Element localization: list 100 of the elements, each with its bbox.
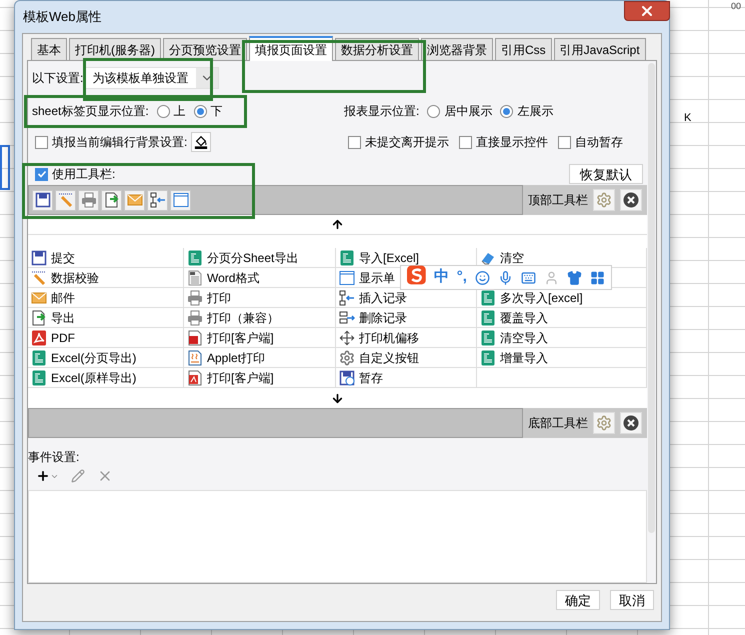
edit-button[interactable]	[71, 469, 85, 483]
remove-button[interactable]	[620, 412, 642, 434]
toolbar-label: 底部工具栏	[528, 415, 588, 432]
keyboard-icon[interactable]	[520, 270, 536, 286]
tab[interactable]: 引用Css	[495, 38, 552, 60]
toolbar-option[interactable]: 邮件	[31, 288, 75, 306]
restore-default-button[interactable]: 恢复默认	[569, 164, 643, 184]
toolbar-option[interactable]: 打印[客户端]	[187, 328, 274, 346]
selected-cell	[0, 145, 10, 190]
radio-button[interactable]: 下	[194, 102, 223, 120]
checkbox[interactable]: 使用工具栏:	[35, 165, 116, 183]
dropdown[interactable]: 为该模板单独设置	[85, 67, 220, 89]
grid-icon[interactable]	[590, 270, 606, 286]
paint-bucket-button[interactable]	[191, 132, 212, 152]
plus-icon	[36, 469, 50, 483]
spreadsheet-icon	[31, 350, 47, 366]
toolbar-option[interactable]: 覆盖导入	[480, 308, 548, 326]
toolbar-option[interactable]: 插入记录	[339, 288, 407, 306]
toolbar-option[interactable]: 清空导入	[480, 328, 548, 346]
insert-row-icon	[339, 290, 355, 306]
checkbox[interactable]: 自动暂存	[558, 133, 623, 151]
toolbar-option[interactable]: 数据校验	[31, 268, 99, 286]
gear-icon	[339, 350, 355, 366]
section-label: 事件设置:	[28, 449, 80, 466]
spreadsheet-icon	[480, 350, 496, 366]
arrow-down-icon	[331, 392, 344, 404]
microphone-icon[interactable]	[498, 270, 513, 286]
toolbar-icon-button[interactable]	[170, 190, 191, 210]
toolbar-option[interactable]: Word格式	[187, 268, 260, 286]
checkbox[interactable]: 直接显示控件	[459, 133, 548, 151]
toolbar-option[interactable]: 清空	[480, 248, 524, 266]
export-page-icon	[104, 192, 120, 208]
radio-button[interactable]: 居中展示	[427, 102, 492, 120]
toolbar-option[interactable]: 导出	[31, 308, 75, 326]
toolbar-option[interactable]: 打印	[187, 288, 231, 306]
field-label: sheet标签页显示位置:	[32, 103, 149, 120]
delete-row-icon	[339, 310, 355, 326]
pencil-icon	[58, 192, 74, 208]
window-title: 模板Web属性	[22, 8, 102, 26]
gear-icon	[596, 415, 612, 431]
toolbar-option[interactable]: 分页分Sheet导出	[187, 248, 298, 266]
close-button[interactable]	[624, 1, 670, 21]
floppy-clock-icon	[339, 370, 355, 386]
toolbar-option[interactable]: Excel(原样导出)	[31, 368, 136, 386]
envelope-icon	[31, 290, 47, 306]
toolbar-option[interactable]: Excel(分页导出)	[31, 348, 136, 366]
toolbar-option[interactable]: 自定义按钮	[339, 348, 419, 366]
spreadsheet-icon	[480, 330, 496, 346]
settings-button[interactable]	[593, 189, 615, 211]
tab[interactable]: 分页预览设置	[163, 38, 247, 60]
toolbar-option[interactable]: 提交	[31, 248, 75, 266]
window-icon	[172, 192, 188, 208]
document-icon	[187, 350, 203, 366]
ruler-text: 00	[731, 1, 742, 12]
toolbar-option[interactable]: 多次导入[excel]	[480, 288, 583, 306]
toolbar-option[interactable]: PDF	[31, 328, 75, 346]
radio-button[interactable]: 左展示	[500, 102, 554, 120]
arrow-up-icon	[331, 218, 344, 231]
dialog-button[interactable]: 确定	[556, 590, 600, 610]
toolbar-option[interactable]: 打印机偏移	[339, 328, 419, 346]
gear-icon	[596, 192, 612, 208]
radio-button[interactable]: 上	[156, 102, 186, 120]
toolbar-option[interactable]: 增量导入	[480, 348, 548, 366]
tab[interactable]: 浏览器背景	[421, 38, 493, 60]
checkmark-icon	[36, 169, 46, 179]
close-icon	[639, 3, 655, 19]
toolbar-option[interactable]: 显示单	[339, 268, 395, 286]
spreadsheet-icon	[31, 370, 47, 386]
input-mode-text[interactable]: °,	[456, 266, 467, 289]
emoji-icon[interactable]	[474, 270, 490, 286]
toolbar-option[interactable]: 打印[客户端]	[187, 368, 274, 386]
field-label: 报表显示位置:	[344, 103, 420, 120]
checkbox[interactable]: 未提交离开提示	[348, 133, 449, 151]
toolbar-option[interactable]: 删除记录	[339, 308, 407, 326]
tab[interactable]: 打印机(服务器)	[69, 38, 161, 60]
toolbar-icon-button[interactable]	[147, 190, 168, 210]
toolbar-option[interactable]: Applet打印	[187, 348, 266, 366]
input-mode-text[interactable]: 中	[434, 266, 449, 289]
tab[interactable]: 基本	[31, 38, 67, 60]
settings-button[interactable]	[593, 412, 615, 434]
toolbar-option[interactable]: 导入[Excel]	[339, 248, 420, 266]
window-icon	[339, 270, 355, 286]
pencil-icon	[71, 469, 85, 483]
tab[interactable]: 引用JavaScript	[554, 38, 646, 60]
field-label: 以下设置:	[32, 70, 84, 87]
dialog-button[interactable]: 取消	[610, 590, 654, 610]
checkbox[interactable]: 填报当前编辑行背景设置:	[35, 133, 188, 151]
spreadsheet-icon	[480, 310, 496, 326]
toolbar-option[interactable]: 暂存	[339, 368, 383, 386]
shirt-icon[interactable]	[567, 270, 582, 286]
toolbar-icon-button[interactable]	[32, 190, 53, 210]
add-button[interactable]	[36, 469, 59, 483]
toolbar-icon-button[interactable]	[101, 190, 122, 210]
remove-button[interactable]	[620, 189, 642, 211]
close-circle-icon	[623, 415, 639, 431]
pdf-icon	[31, 330, 47, 346]
flash-document-icon	[187, 330, 203, 346]
export-page-icon	[31, 310, 47, 326]
toolbar-option[interactable]: 打印（兼容）	[187, 308, 279, 326]
toolbar-label: 顶部工具栏	[528, 192, 588, 209]
